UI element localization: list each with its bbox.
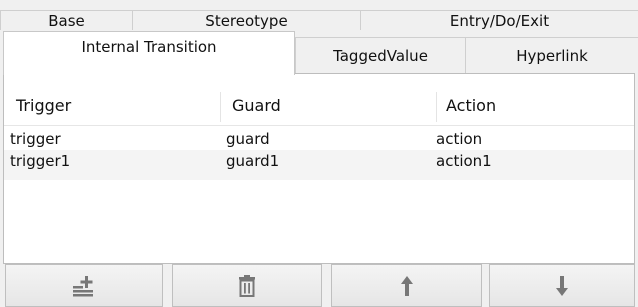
tab-label: Entry/Do/Exit [449,12,550,30]
tab-label: Internal Transition [81,37,217,56]
delete-row-button[interactable] [172,264,322,307]
tab-label: Hyperlink [516,46,588,65]
tab-stereotype[interactable]: Stereotype [132,10,360,30]
move-up-button[interactable] [331,264,482,307]
table-header: Trigger Guard Action [4,86,634,126]
trash-icon [239,274,255,297]
column-divider[interactable] [220,92,221,122]
column-header-guard[interactable]: Guard [232,86,281,125]
table-row[interactable]: trigger1 guard1 action1 [4,150,634,180]
trigger-cell: trigger [10,130,61,148]
arrow-up-icon [400,275,413,296]
action-cell: action1 [436,152,492,170]
column-divider[interactable] [436,92,437,122]
arrow-down-icon [556,275,568,296]
tab-row-front: Internal Transition TaggedValue Hyperlin… [0,31,638,75]
add-row-button[interactable] [5,264,163,307]
tab-label: Stereotype [205,12,288,30]
guard-cell: guard1 [226,152,280,170]
guard-cell: guard [226,130,270,148]
tab-entry-do-exit[interactable]: Entry/Do/Exit [360,10,638,30]
internal-transition-table: Trigger Guard Action trigger guard actio… [3,73,635,264]
trigger-cell: trigger1 [10,152,71,170]
tab-label: Base [48,12,85,30]
tab-row-back: Base Stereotype Entry/Do/Exit [0,10,638,30]
column-header-trigger[interactable]: Trigger [16,86,71,125]
table-row[interactable]: trigger guard action [4,128,634,150]
tab-base[interactable]: Base [0,10,132,30]
column-header-action[interactable]: Action [446,86,496,125]
action-cell: action [436,130,483,148]
tab-taggedvalue[interactable]: TaggedValue [295,37,465,73]
tab-hyperlink[interactable]: Hyperlink [465,37,638,73]
table-toolbar [0,264,638,307]
add-row-icon [73,275,93,296]
tab-label: TaggedValue [333,46,428,65]
move-down-button[interactable] [489,264,635,307]
tab-internal-transition[interactable]: Internal Transition [3,31,295,75]
